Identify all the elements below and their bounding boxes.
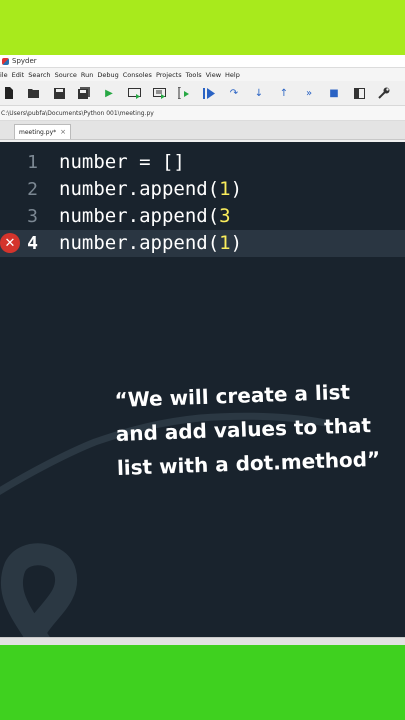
code-token: ): [230, 178, 243, 200]
menu-consoles[interactable]: Consoles: [123, 71, 152, 79]
spyder-logo-icon: [2, 57, 9, 65]
debug-icon[interactable]: [202, 86, 216, 100]
code-token: number.append(: [59, 178, 220, 200]
title-bar: Spyder: [0, 55, 405, 68]
bottom-green-band: [0, 645, 405, 720]
menu-projects[interactable]: Projects: [156, 71, 182, 79]
editor-tab-bar: meeting.py* ×: [0, 121, 405, 140]
run-selection-icon[interactable]: [177, 86, 191, 100]
menu-run[interactable]: Run: [81, 71, 93, 79]
code-line-1: 1 number = []: [0, 149, 405, 176]
number-literal: 1: [219, 178, 231, 200]
continue-icon[interactable]: »: [302, 86, 316, 100]
line-number: 3: [27, 206, 38, 227]
spyder-window: Spyder ile Edit Search Source Run Debug …: [0, 55, 405, 645]
run-cell-advance-icon[interactable]: [152, 86, 166, 100]
code-token: number.append(: [59, 205, 220, 227]
toolbar: ▶ ↷ ↓ ↑ » ■: [0, 81, 405, 106]
menu-source[interactable]: Source: [55, 71, 77, 79]
code-line-2: 2 number.append(1): [0, 176, 405, 203]
number-literal: 1: [219, 232, 231, 254]
tab-label: meeting.py*: [19, 128, 57, 136]
run-cell-icon[interactable]: [127, 86, 141, 100]
number-literal: 3: [219, 205, 231, 227]
menu-help[interactable]: Help: [225, 71, 240, 79]
new-file-icon[interactable]: [2, 86, 16, 100]
menu-debug[interactable]: Debug: [97, 71, 118, 79]
menu-bar: ile Edit Search Source Run Debug Console…: [0, 68, 405, 81]
code-token: ): [230, 232, 243, 254]
top-green-band: [0, 0, 405, 55]
menu-tools[interactable]: Tools: [186, 71, 202, 79]
menu-edit[interactable]: Edit: [12, 71, 25, 79]
run-icon[interactable]: ▶: [102, 86, 116, 100]
tab-meeting-py[interactable]: meeting.py* ×: [14, 124, 71, 139]
maximize-pane-icon[interactable]: [352, 86, 366, 100]
code-text[interactable]: number.append(3: [59, 203, 231, 230]
caption-overlay: “We will create a list and add values to…: [114, 379, 381, 480]
line-number: 2: [27, 179, 38, 200]
step-into-icon[interactable]: ↓: [252, 86, 266, 100]
status-bar: [0, 637, 405, 645]
stop-icon[interactable]: ■: [327, 86, 341, 100]
path-bar: C:\Users\pubfa\Documents\Python 001\meet…: [0, 106, 405, 121]
menu-file[interactable]: ile: [0, 71, 8, 79]
file-path[interactable]: C:\Users\pubfa\Documents\Python 001\meet…: [1, 110, 154, 117]
code-text[interactable]: number.append(1): [59, 230, 242, 257]
close-tab-icon[interactable]: ×: [60, 128, 66, 136]
code-line-3: 3 number.append(3: [0, 203, 405, 230]
code-token: number.append(: [59, 232, 220, 254]
wrench-icon[interactable]: [377, 86, 391, 100]
menu-search[interactable]: Search: [28, 71, 50, 79]
code-text[interactable]: number.append(1): [59, 176, 242, 203]
window-title: Spyder: [12, 57, 37, 65]
save-all-icon[interactable]: [77, 86, 91, 100]
code-line-4: ✕ 4 number.append(1): [0, 230, 405, 257]
menu-view[interactable]: View: [206, 71, 221, 79]
step-over-icon[interactable]: ↷: [227, 86, 241, 100]
open-folder-icon[interactable]: [27, 86, 41, 100]
step-return-icon[interactable]: ↑: [277, 86, 291, 100]
code-token: number = []: [59, 151, 185, 173]
line-number: 4: [27, 233, 38, 254]
code-text[interactable]: number = []: [59, 149, 185, 176]
save-icon[interactable]: [52, 86, 66, 100]
line-number: 1: [27, 152, 38, 173]
